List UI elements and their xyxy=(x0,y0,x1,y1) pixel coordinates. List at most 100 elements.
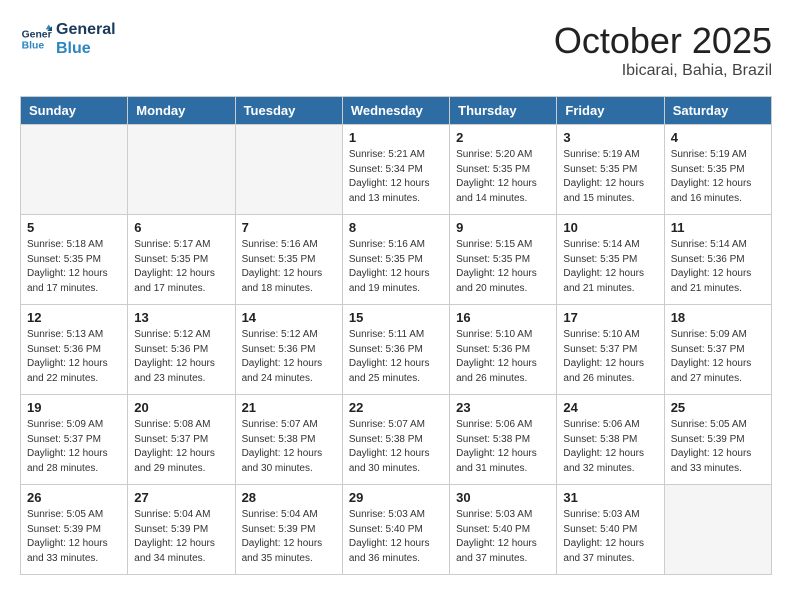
day-info: Sunrise: 5:05 AM Sunset: 5:39 PM Dayligh… xyxy=(27,508,121,566)
day-info: Sunrise: 5:21 AM Sunset: 5:34 PM Dayligh… xyxy=(349,148,443,206)
day-number: 12 xyxy=(27,310,121,325)
day-info: Sunrise: 5:09 AM Sunset: 5:37 PM Dayligh… xyxy=(671,328,765,386)
day-info: Sunrise: 5:11 AM Sunset: 5:36 PM Dayligh… xyxy=(349,328,443,386)
logo: General Blue General Blue xyxy=(20,20,116,58)
day-info: Sunrise: 5:03 AM Sunset: 5:40 PM Dayligh… xyxy=(456,508,550,566)
calendar-cell: 4 Sunrise: 5:19 AM Sunset: 5:35 PM Daylig… xyxy=(664,125,771,215)
calendar-cell: 16 Sunrise: 5:10 AM Sunset: 5:36 PM Dayli… xyxy=(450,305,557,395)
day-number: 5 xyxy=(27,220,121,235)
calendar-cell: 31 Sunrise: 5:03 AM Sunset: 5:40 PM Dayli… xyxy=(557,485,664,575)
calendar-cell: 12Sunrise: 5:13 AM Sunset: 5:36 PM Dayli… xyxy=(21,305,128,395)
logo-icon: General Blue xyxy=(20,23,52,55)
day-number: 15 xyxy=(349,310,443,325)
calendar-cell: 24 Sunrise: 5:06 AM Sunset: 5:38 PM Dayli… xyxy=(557,395,664,485)
day-info: Sunrise: 5:14 AM Sunset: 5:35 PM Dayligh… xyxy=(563,238,657,296)
day-number: 29 xyxy=(349,490,443,505)
svg-text:General: General xyxy=(22,30,52,41)
calendar-cell: 29 Sunrise: 5:03 AM Sunset: 5:40 PM Dayli… xyxy=(342,485,449,575)
logo-text-general: General xyxy=(56,20,116,39)
day-number: 23 xyxy=(456,400,550,415)
day-number: 19 xyxy=(27,400,121,415)
calendar-cell: 30 Sunrise: 5:03 AM Sunset: 5:40 PM Dayli… xyxy=(450,485,557,575)
day-info: Sunrise: 5:19 AM Sunset: 5:35 PM Dayligh… xyxy=(563,148,657,206)
calendar-week-3: 12Sunrise: 5:13 AM Sunset: 5:36 PM Dayli… xyxy=(21,305,772,395)
calendar-cell: 7 Sunrise: 5:16 AM Sunset: 5:35 PM Daylig… xyxy=(235,215,342,305)
day-number: 31 xyxy=(563,490,657,505)
col-header-saturday: Saturday xyxy=(664,97,771,125)
calendar-cell: 9 Sunrise: 5:15 AM Sunset: 5:35 PM Daylig… xyxy=(450,215,557,305)
calendar-table: SundayMondayTuesdayWednesdayThursdayFrid… xyxy=(20,96,772,575)
day-number: 24 xyxy=(563,400,657,415)
day-info: Sunrise: 5:08 AM Sunset: 5:37 PM Dayligh… xyxy=(134,418,228,476)
calendar-cell: 5 Sunrise: 5:18 AM Sunset: 5:35 PM Daylig… xyxy=(21,215,128,305)
day-number: 2 xyxy=(456,130,550,145)
day-info: Sunrise: 5:17 AM Sunset: 5:35 PM Dayligh… xyxy=(134,238,228,296)
calendar-week-5: 26Sunrise: 5:05 AM Sunset: 5:39 PM Dayli… xyxy=(21,485,772,575)
day-number: 6 xyxy=(134,220,228,235)
day-info: Sunrise: 5:03 AM Sunset: 5:40 PM Dayligh… xyxy=(349,508,443,566)
day-number: 21 xyxy=(242,400,336,415)
day-info: Sunrise: 5:09 AM Sunset: 5:37 PM Dayligh… xyxy=(27,418,121,476)
day-number: 18 xyxy=(671,310,765,325)
calendar-cell: 28Sunrise: 5:04 AM Sunset: 5:39 PM Dayli… xyxy=(235,485,342,575)
page-header: General Blue General Blue October 2025 I… xyxy=(20,20,772,80)
day-number: 30 xyxy=(456,490,550,505)
calendar-cell: 27Sunrise: 5:04 AM Sunset: 5:39 PM Dayli… xyxy=(128,485,235,575)
day-info: Sunrise: 5:16 AM Sunset: 5:35 PM Dayligh… xyxy=(242,238,336,296)
day-info: Sunrise: 5:10 AM Sunset: 5:36 PM Dayligh… xyxy=(456,328,550,386)
day-number: 16 xyxy=(456,310,550,325)
calendar-cell: 21 Sunrise: 5:07 AM Sunset: 5:38 PM Dayli… xyxy=(235,395,342,485)
day-number: 10 xyxy=(563,220,657,235)
calendar-cell xyxy=(128,125,235,215)
calendar-cell xyxy=(235,125,342,215)
day-number: 3 xyxy=(563,130,657,145)
calendar-cell: 18 Sunrise: 5:09 AM Sunset: 5:37 PM Dayli… xyxy=(664,305,771,395)
day-info: Sunrise: 5:15 AM Sunset: 5:35 PM Dayligh… xyxy=(456,238,550,296)
day-info: Sunrise: 5:07 AM Sunset: 5:38 PM Dayligh… xyxy=(242,418,336,476)
day-number: 20 xyxy=(134,400,228,415)
day-number: 13 xyxy=(134,310,228,325)
calendar-cell: 1 Sunrise: 5:21 AM Sunset: 5:34 PM Daylig… xyxy=(342,125,449,215)
calendar-cell: 23 Sunrise: 5:06 AM Sunset: 5:38 PM Dayli… xyxy=(450,395,557,485)
day-info: Sunrise: 5:05 AM Sunset: 5:39 PM Dayligh… xyxy=(671,418,765,476)
day-info: Sunrise: 5:20 AM Sunset: 5:35 PM Dayligh… xyxy=(456,148,550,206)
calendar-cell: 3 Sunrise: 5:19 AM Sunset: 5:35 PM Daylig… xyxy=(557,125,664,215)
day-info: Sunrise: 5:16 AM Sunset: 5:35 PM Dayligh… xyxy=(349,238,443,296)
day-number: 8 xyxy=(349,220,443,235)
day-number: 22 xyxy=(349,400,443,415)
svg-text:Blue: Blue xyxy=(22,41,45,52)
day-number: 1 xyxy=(349,130,443,145)
calendar-cell xyxy=(664,485,771,575)
day-number: 4 xyxy=(671,130,765,145)
calendar-cell: 2 Sunrise: 5:20 AM Sunset: 5:35 PM Daylig… xyxy=(450,125,557,215)
day-number: 9 xyxy=(456,220,550,235)
month-title: October 2025 xyxy=(554,20,772,62)
calendar-cell: 26Sunrise: 5:05 AM Sunset: 5:39 PM Dayli… xyxy=(21,485,128,575)
day-number: 7 xyxy=(242,220,336,235)
calendar-cell xyxy=(21,125,128,215)
day-info: Sunrise: 5:18 AM Sunset: 5:35 PM Dayligh… xyxy=(27,238,121,296)
calendar-cell: 8 Sunrise: 5:16 AM Sunset: 5:35 PM Daylig… xyxy=(342,215,449,305)
calendar-cell: 20 Sunrise: 5:08 AM Sunset: 5:37 PM Dayli… xyxy=(128,395,235,485)
calendar-week-2: 5 Sunrise: 5:18 AM Sunset: 5:35 PM Daylig… xyxy=(21,215,772,305)
calendar-header-row: SundayMondayTuesdayWednesdayThursdayFrid… xyxy=(21,97,772,125)
calendar-cell: 13 Sunrise: 5:12 AM Sunset: 5:36 PM Dayli… xyxy=(128,305,235,395)
day-number: 27 xyxy=(134,490,228,505)
day-info: Sunrise: 5:03 AM Sunset: 5:40 PM Dayligh… xyxy=(563,508,657,566)
calendar-cell: 22Sunrise: 5:07 AM Sunset: 5:38 PM Dayli… xyxy=(342,395,449,485)
day-info: Sunrise: 5:19 AM Sunset: 5:35 PM Dayligh… xyxy=(671,148,765,206)
title-block: October 2025 Ibicarai, Bahia, Brazil xyxy=(554,20,772,80)
calendar-cell: 6 Sunrise: 5:17 AM Sunset: 5:35 PM Daylig… xyxy=(128,215,235,305)
calendar-week-4: 19 Sunrise: 5:09 AM Sunset: 5:37 PM Dayli… xyxy=(21,395,772,485)
location-subtitle: Ibicarai, Bahia, Brazil xyxy=(554,62,772,80)
calendar-cell: 19 Sunrise: 5:09 AM Sunset: 5:37 PM Dayli… xyxy=(21,395,128,485)
calendar-week-1: 1 Sunrise: 5:21 AM Sunset: 5:34 PM Daylig… xyxy=(21,125,772,215)
day-info: Sunrise: 5:12 AM Sunset: 5:36 PM Dayligh… xyxy=(134,328,228,386)
day-number: 17 xyxy=(563,310,657,325)
col-header-thursday: Thursday xyxy=(450,97,557,125)
day-info: Sunrise: 5:06 AM Sunset: 5:38 PM Dayligh… xyxy=(456,418,550,476)
day-info: Sunrise: 5:06 AM Sunset: 5:38 PM Dayligh… xyxy=(563,418,657,476)
calendar-cell: 14Sunrise: 5:12 AM Sunset: 5:36 PM Dayli… xyxy=(235,305,342,395)
col-header-wednesday: Wednesday xyxy=(342,97,449,125)
col-header-sunday: Sunday xyxy=(21,97,128,125)
